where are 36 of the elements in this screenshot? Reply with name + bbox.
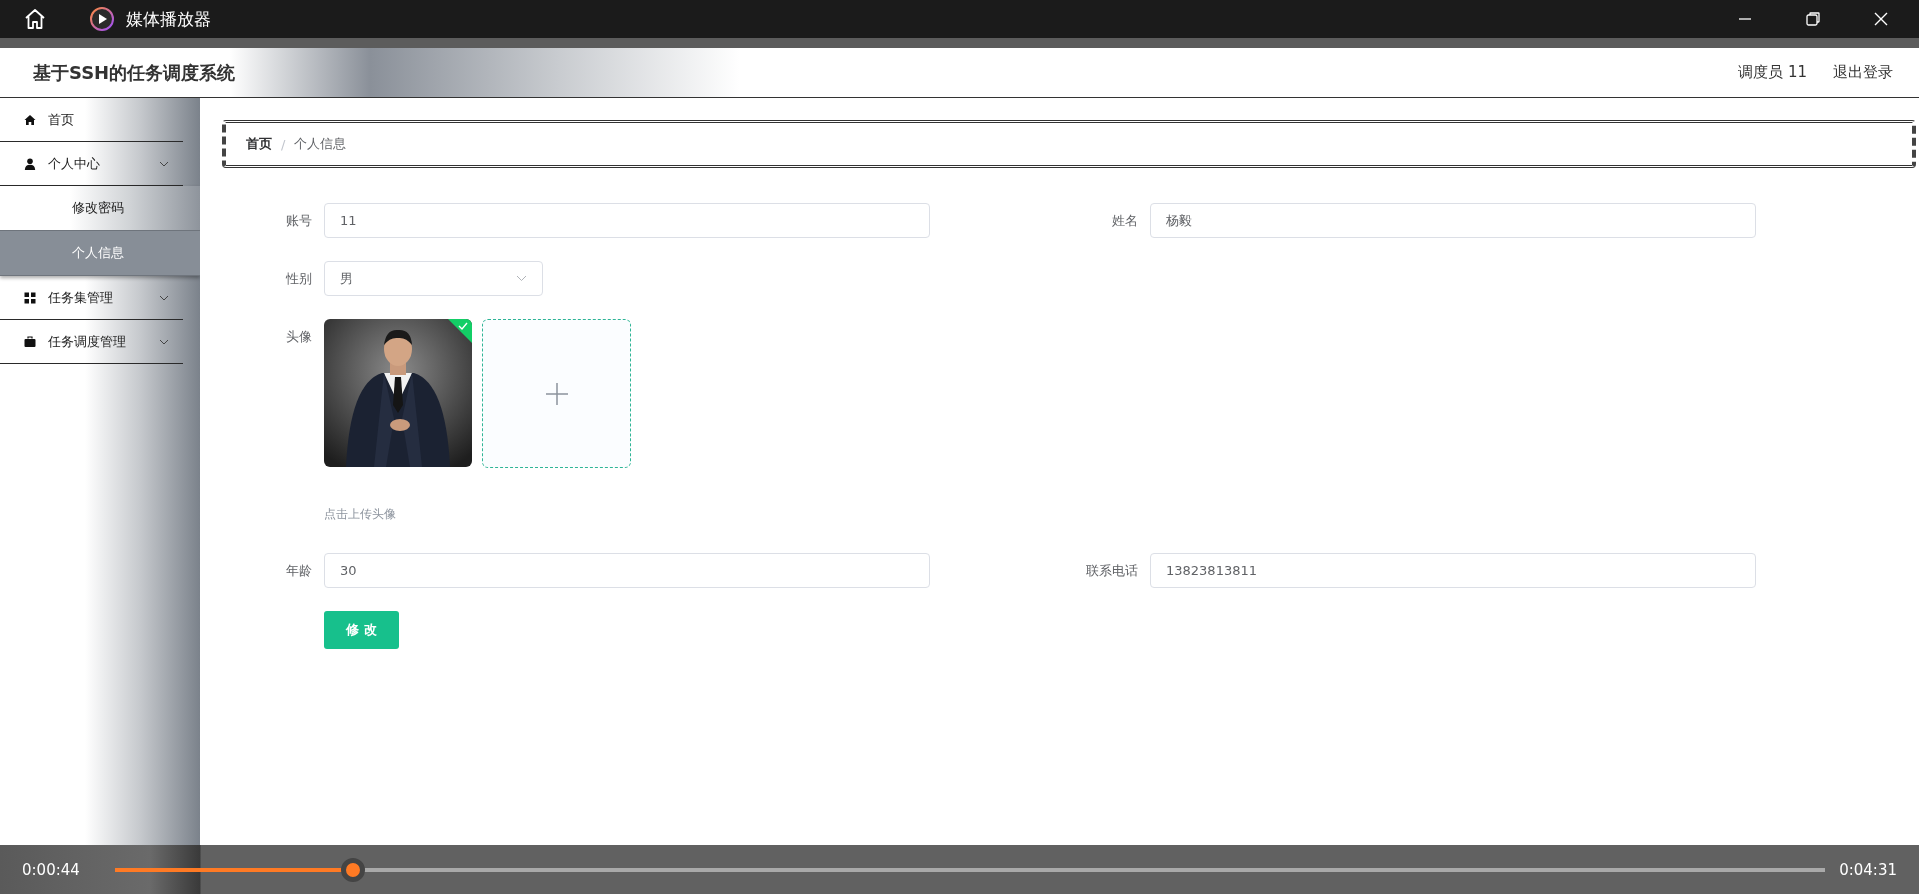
field-label: 账号	[285, 212, 313, 230]
home-icon[interactable]	[24, 8, 46, 30]
chevron-down-icon	[516, 275, 527, 282]
app-title: 基于SSH的任务调度系统	[33, 60, 237, 85]
seek-handle[interactable]	[340, 857, 365, 882]
menu-item[interactable]: 首页	[0, 98, 183, 142]
menu-item[interactable]: 任务调度管理	[0, 320, 183, 364]
input-field[interactable]: 11	[324, 203, 930, 238]
menu-item[interactable]: 任务集管理	[0, 276, 183, 320]
field-label: 头像	[285, 328, 313, 346]
chevron-down-icon	[159, 294, 169, 301]
select-field[interactable]: 男	[324, 261, 543, 296]
elapsed-time: 0:00:44	[22, 860, 81, 879]
input-field[interactable]: 13823813811	[1150, 553, 1756, 588]
chevron-down-icon	[159, 338, 169, 345]
field-label: 性别	[285, 270, 313, 288]
upload-hint: 点击上传头像	[324, 506, 397, 523]
breadcrumb-link[interactable]: 首页	[246, 135, 272, 153]
grid-icon	[24, 291, 36, 304]
total-duration: 0:04:31	[1839, 860, 1897, 879]
briefcase-icon	[24, 335, 36, 348]
window-title: 媒体播放器	[126, 7, 212, 31]
breadcrumb-current: 个人信息	[294, 135, 347, 153]
breadcrumb-separator: /	[281, 136, 286, 152]
plus-icon	[545, 382, 568, 405]
logout-link[interactable]: 退出登录	[1833, 63, 1893, 82]
chevron-down-icon	[159, 160, 169, 167]
input-field[interactable]: 杨毅	[1150, 203, 1756, 238]
field-label: 年龄	[285, 562, 313, 580]
play-logo-icon	[90, 7, 114, 31]
user-name: 调度员 11	[1738, 63, 1807, 82]
field-label: 联系电话	[1085, 562, 1139, 580]
field-label: 姓名	[1111, 212, 1139, 230]
input-field[interactable]: 30	[324, 553, 930, 588]
home-icon	[24, 113, 36, 126]
user-icon	[24, 157, 36, 170]
